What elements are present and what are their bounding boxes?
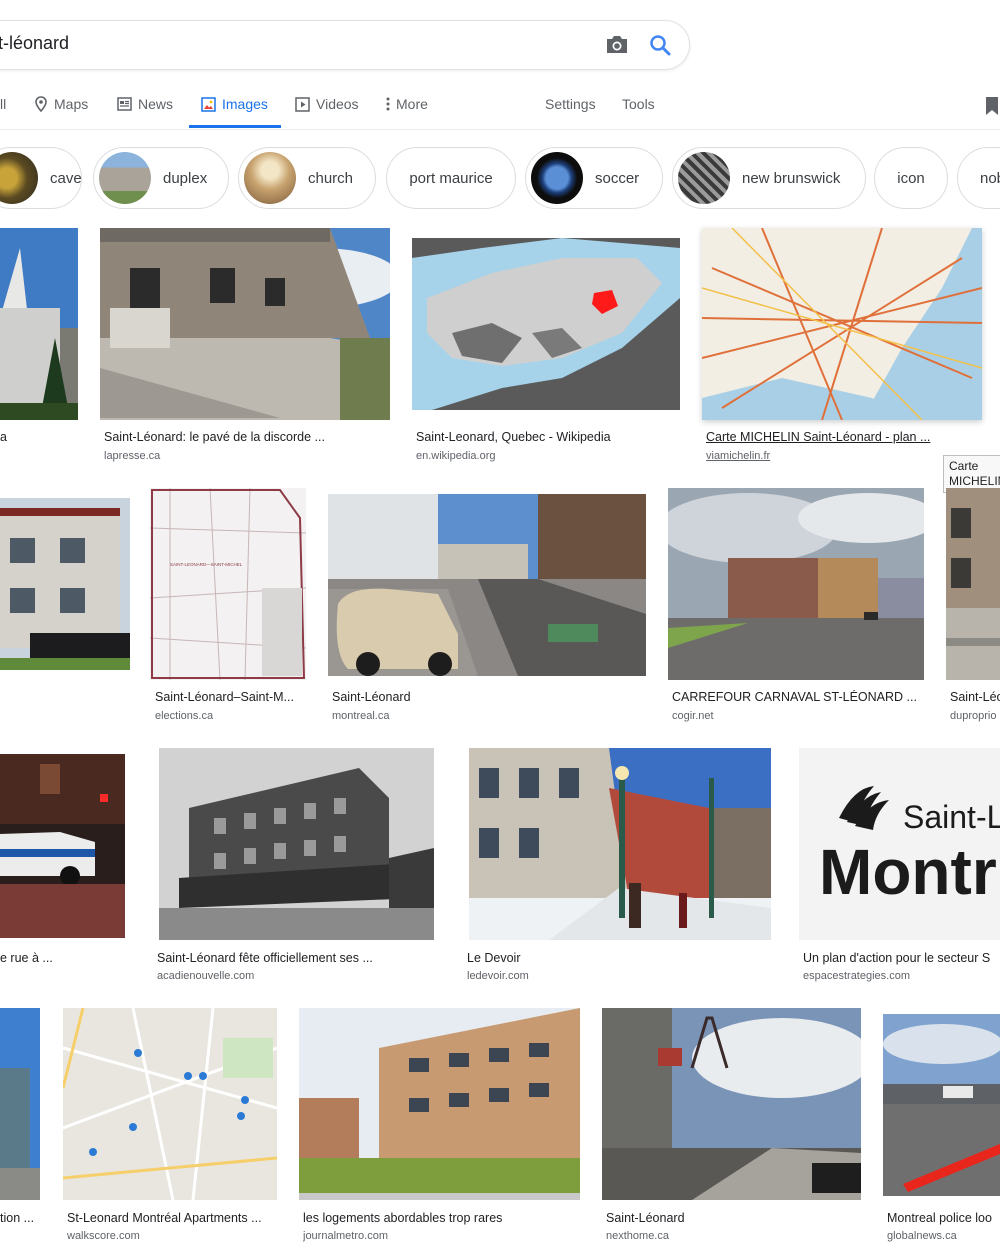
tab-all-label: ll — [0, 96, 7, 112]
image-icon — [201, 96, 216, 112]
chip-thumbnail — [531, 152, 583, 204]
chip-port-maurice[interactable]: port maurice — [386, 147, 516, 209]
chip-label: icon — [897, 169, 925, 187]
result-image[interactable]: Saint-L Montr — [799, 748, 1000, 940]
tab-maps-label: Maps — [54, 96, 89, 112]
chip-label: nob — [980, 169, 1000, 187]
result-title[interactable]: Montreal police loo — [887, 1211, 1000, 1225]
result-title[interactable]: e rue à ... — [0, 951, 120, 965]
tab-images[interactable]: Images — [201, 96, 268, 112]
tab-images-label: Images — [222, 96, 268, 112]
chip-label: church — [308, 169, 354, 187]
result-title[interactable]: Saint-Leonard, Quebec - Wikipedia — [416, 430, 686, 444]
active-tab-indicator — [189, 125, 281, 128]
result-source: duproprio — [950, 710, 997, 722]
tab-videos[interactable]: Videos — [295, 96, 359, 112]
result-title[interactable]: Saint-Léonard–Saint-M... — [155, 690, 305, 704]
chip-thumbnail — [678, 152, 730, 204]
bookmark-icon[interactable] — [984, 96, 1000, 116]
result-source: montreal.ca — [332, 710, 390, 722]
result-source: viamichelin.fr — [706, 450, 771, 462]
result-title[interactable]: Carte MICHELIN Saint-Léonard - plan ... — [706, 430, 946, 444]
result-title[interactable]: St-Leonard Montréal Apartments ... — [67, 1211, 277, 1225]
tab-videos-label: Videos — [316, 96, 359, 112]
map-title-text: SAINT-LEONARD—SAINT-MICHEL — [170, 562, 243, 567]
result-image[interactable] — [100, 228, 390, 420]
search-box[interactable] — [0, 20, 690, 70]
result-title[interactable]: Saint-Léonard — [332, 690, 632, 704]
result-image[interactable] — [946, 488, 1000, 680]
result-image[interactable] — [702, 228, 982, 420]
tabs-divider — [0, 129, 1000, 130]
chip-new-brunswick[interactable]: new brunswick — [672, 147, 866, 209]
result-source: nexthome.ca — [606, 1230, 669, 1242]
chip-church[interactable]: church — [238, 147, 376, 209]
map-pin-icon — [35, 96, 47, 112]
result-image[interactable]: SAINT-LEONARD—SAINT-MICHEL — [150, 488, 306, 680]
chip-nob[interactable]: nob — [957, 147, 1000, 209]
chip-thumbnail — [244, 152, 296, 204]
chip-soccer[interactable]: soccer — [525, 147, 663, 209]
result-image[interactable] — [159, 748, 434, 940]
chip-thumbnail — [0, 152, 38, 204]
montreal-logo-icon: Saint-LMontr — [799, 748, 1000, 940]
result-image[interactable] — [469, 748, 771, 940]
result-image[interactable] — [602, 1008, 861, 1200]
chip-thumbnail — [99, 152, 151, 204]
result-title[interactable]: Un plan d'action pour le secteur S — [803, 951, 1000, 965]
result-image[interactable] — [668, 488, 924, 680]
chip-label: duplex — [163, 169, 208, 187]
search-input[interactable]: t-léonard — [0, 33, 69, 54]
result-source: ledevoir.com — [467, 970, 529, 982]
tab-more-label: More — [396, 96, 428, 112]
result-title[interactable]: les logements abordables trop rares — [303, 1211, 579, 1225]
result-image[interactable] — [883, 1014, 1000, 1196]
result-image[interactable] — [299, 1008, 580, 1200]
result-source: globalnews.ca — [887, 1230, 957, 1242]
tab-more[interactable]: More — [386, 96, 428, 112]
tab-news[interactable]: News — [117, 96, 173, 112]
chip-label: port maurice — [409, 169, 493, 187]
result-source: journalmetro.com — [303, 1230, 388, 1242]
result-title[interactable]: a — [0, 430, 20, 444]
result-source: cogir.net — [672, 710, 714, 722]
chip-icon[interactable]: icon — [874, 147, 948, 209]
tab-settings[interactable]: Settings — [545, 96, 596, 112]
result-image[interactable] — [0, 498, 130, 670]
result-source: lapresse.ca — [104, 450, 161, 462]
result-source: espacestrategies.com — [803, 970, 910, 982]
tab-maps[interactable]: Maps — [34, 96, 88, 112]
result-image[interactable] — [328, 494, 646, 676]
tab-all[interactable]: ll — [0, 96, 6, 112]
result-image[interactable] — [0, 754, 125, 938]
result-source: elections.ca — [155, 710, 214, 722]
chip-duplex[interactable]: duplex — [93, 147, 229, 209]
more-vert-icon — [386, 97, 390, 111]
search-icon[interactable] — [648, 33, 672, 57]
tab-tools[interactable]: Tools — [622, 96, 655, 112]
news-icon — [117, 97, 132, 111]
result-title[interactable]: Saint-Léo — [950, 690, 1000, 704]
result-image[interactable] — [0, 228, 78, 420]
result-source: walkscore.com — [67, 1230, 140, 1242]
result-image[interactable] — [412, 238, 680, 410]
tab-news-label: News — [138, 96, 174, 112]
result-image[interactable] — [0, 1008, 40, 1200]
result-title[interactable]: Saint-Léonard: le pavé de la discorde ..… — [104, 430, 384, 444]
chip-label: new brunswick — [742, 169, 841, 187]
result-title[interactable]: CARREFOUR CARNAVAL ST-LÉONARD ... — [672, 690, 922, 704]
video-icon — [295, 96, 310, 112]
result-source: acadienouvelle.com — [157, 970, 255, 982]
result-image[interactable] — [63, 1008, 277, 1200]
result-source: en.wikipedia.org — [416, 450, 496, 462]
logo-text-line1: Saint-L — [903, 799, 1000, 835]
logo-text-line2: Montr — [819, 836, 997, 908]
result-title[interactable]: Saint-Léonard fête officiellement ses ..… — [157, 951, 437, 965]
result-title[interactable]: Le Devoir — [467, 951, 767, 965]
chip-cave[interactable]: cave — [0, 147, 82, 209]
result-title[interactable]: tion ... — [0, 1211, 40, 1225]
result-title[interactable]: Saint-Léonard — [606, 1211, 856, 1225]
chip-label: soccer — [595, 169, 640, 187]
camera-icon[interactable] — [604, 33, 630, 57]
